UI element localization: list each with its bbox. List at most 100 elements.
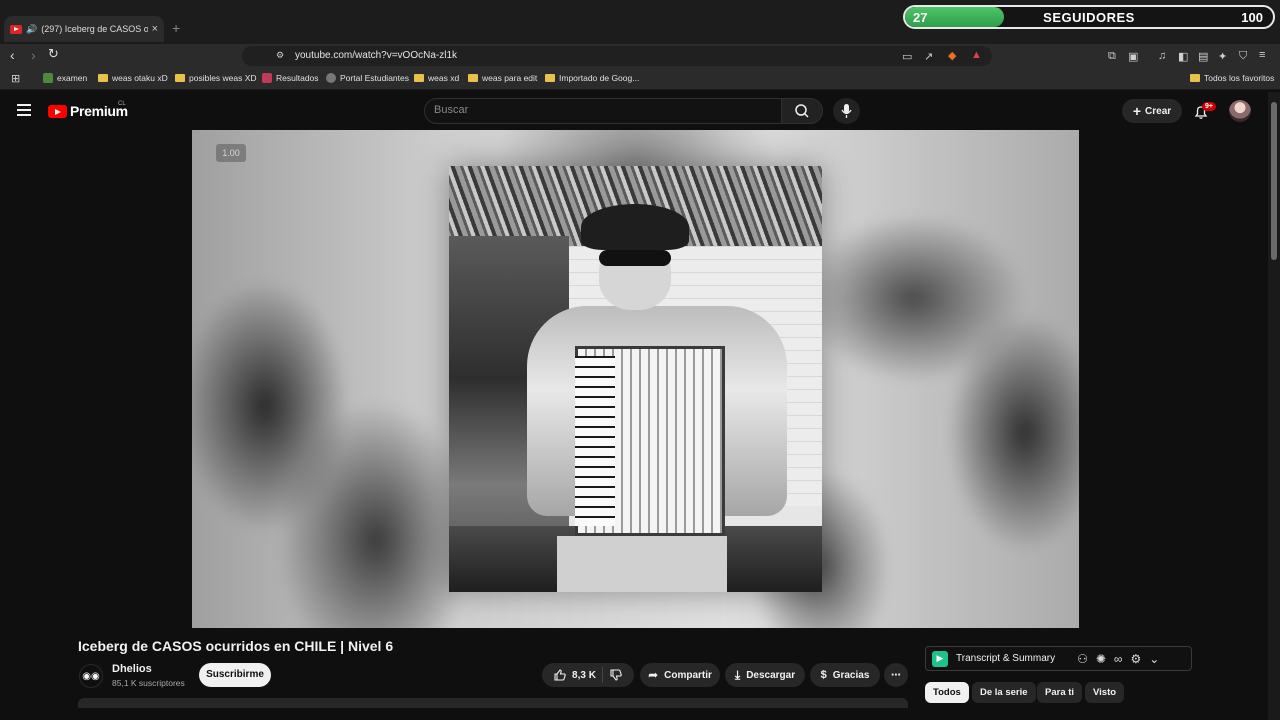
transcript-summary-extension[interactable]: ▶ Transcript & Summary ⚇ ✺ ∞ ⚙ ⌄ — [925, 646, 1192, 671]
video-title: Iceberg de CASOS ocurridos en CHILE | Ni… — [78, 638, 394, 654]
channel-avatar[interactable]: ◉◉ — [79, 664, 103, 688]
super-thanks-icon: $ — [820, 669, 827, 681]
user-avatar[interactable] — [1229, 100, 1251, 122]
thanks-label: Gracias — [832, 669, 870, 681]
share-button[interactable]: ➦ Compartir — [640, 663, 720, 687]
bookmark-label: Portal Estudiantes — [340, 73, 409, 83]
browser-tab[interactable]: 🔊 (297) Iceberg de CASOS ocurr × — [4, 16, 164, 42]
extension-logo-icon: ▶ — [932, 650, 948, 667]
sidebar-icon[interactable]: ◧ — [1178, 50, 1188, 63]
bookmark-label: Todos los favoritos — [1204, 73, 1275, 83]
bookmark-item[interactable]: weas para edit — [468, 73, 537, 83]
scrollbar-thumb[interactable] — [1271, 102, 1277, 260]
followers-label: SEGUIDORES — [1043, 10, 1135, 25]
leo-ai-icon[interactable]: ✦ — [1218, 50, 1227, 63]
bookmark-item[interactable]: Importado de Goog... — [545, 73, 639, 83]
tab-title: (297) Iceberg de CASOS ocurr — [41, 24, 148, 34]
media-icon[interactable]: ♫ — [1158, 50, 1166, 62]
hamburger-menu-icon[interactable] — [17, 104, 31, 119]
like-button[interactable]: 8,3 K — [553, 668, 596, 682]
folder-icon — [98, 74, 108, 82]
voice-search-button[interactable] — [833, 98, 860, 124]
share-label: Compartir — [664, 669, 712, 681]
create-label: Crear — [1145, 105, 1172, 117]
divider — [601, 667, 603, 683]
download-button[interactable]: ⤓ Descargar — [725, 663, 805, 687]
bookmark-item[interactable]: Portal Estudiantes — [326, 73, 409, 83]
speaker-icon[interactable]: 🔊 — [26, 24, 37, 35]
microphone-icon — [841, 104, 852, 118]
vpn-icon[interactable]: ⛉ — [1239, 50, 1247, 63]
bookmark-item[interactable]: weas xd — [414, 73, 459, 83]
thumbs-down-icon[interactable] — [609, 668, 623, 682]
site-info-icon[interactable]: ⚙︎ — [276, 50, 284, 61]
subscriber-count: 85,1 K suscriptores — [112, 678, 185, 688]
bookmark-item[interactable]: weas otaku xD — [98, 73, 168, 83]
chip-visto[interactable]: Visto — [1085, 682, 1125, 703]
reload-icon[interactable]: ↻ — [48, 46, 59, 62]
thumbs-up-icon — [554, 669, 566, 681]
bookmark-label: weas otaku xD — [112, 73, 168, 83]
menu-icon[interactable]: ≡ — [1259, 49, 1265, 61]
forward-icon[interactable]: › — [31, 47, 36, 63]
globe-icon — [326, 73, 336, 83]
bookmark-item[interactable]: Resultados — [262, 73, 319, 83]
video-player[interactable]: 1.00 ◔◔ — [192, 130, 1079, 628]
close-tab-icon[interactable]: × — [152, 23, 158, 35]
share-page-icon[interactable]: ↗ — [924, 50, 933, 63]
cast-icon[interactable]: ▭ — [902, 50, 912, 63]
notifications-badge: 9+ — [1202, 102, 1216, 111]
subscribe-button[interactable]: Suscribirme — [199, 663, 271, 687]
share-icon: ➦ — [648, 668, 659, 682]
bookmark-label: weas para edit — [482, 73, 538, 83]
apps-grid-icon[interactable]: ⊞ — [11, 72, 20, 85]
like-dislike-group: 8,3 K — [542, 663, 634, 687]
bookmark-item[interactable]: posibles weas XD — [175, 73, 257, 83]
chatgpt-icon[interactable]: ✺ — [1096, 652, 1106, 666]
search-input[interactable] — [424, 98, 782, 124]
extensions-icon[interactable]: ⧉ — [1108, 50, 1116, 63]
description-box[interactable] — [78, 698, 908, 708]
folder-icon — [414, 74, 424, 82]
video-frame-photo — [449, 166, 822, 592]
channel-name[interactable]: Dhelios — [112, 663, 152, 675]
chevron-down-icon[interactable]: ⌄ — [1149, 652, 1159, 666]
bookmark-item[interactable]: examen — [43, 73, 87, 83]
brave-shields-icon[interactable]: ◆ — [948, 49, 956, 62]
search-placeholder: Buscar — [434, 104, 469, 116]
globe-icon — [43, 73, 53, 83]
bookmark-label: Importado de Goog... — [559, 73, 640, 83]
wallet-icon[interactable]: ▤ — [1198, 50, 1208, 63]
chip-todos[interactable]: Todos — [925, 682, 969, 703]
thanks-button[interactable]: $ Gracias — [810, 663, 880, 687]
bookmarks-bar: ⊞ examen weas otaku xD posibles weas XD … — [0, 68, 1280, 90]
bookmark-label: weas xd — [428, 73, 460, 83]
all-bookmarks[interactable]: Todos los favoritos — [1190, 73, 1274, 83]
followers-goal-bar: 27 SEGUIDORES 100 — [903, 5, 1275, 29]
brave-rewards-icon[interactable]: ▲ — [971, 49, 982, 61]
like-count: 8,3 K — [572, 669, 596, 681]
folder-icon — [545, 74, 555, 82]
settings-gear-icon[interactable]: ⚙ — [1130, 652, 1141, 666]
bookmark-label: Resultados — [276, 73, 319, 83]
new-tab-button[interactable]: + — [172, 20, 180, 36]
folder-icon — [468, 74, 478, 82]
back-icon[interactable]: ‹ — [10, 47, 15, 63]
create-button[interactable]: + Crear — [1122, 99, 1182, 123]
bookmark-label: posibles weas XD — [189, 73, 257, 83]
folder-icon — [1190, 74, 1200, 82]
glasses-icon[interactable]: ∞ — [1114, 652, 1123, 666]
url-text[interactable]: youtube.com/watch?v=vOOcNa-zl1k — [295, 50, 457, 61]
more-actions-button[interactable]: ⋯ — [884, 663, 908, 687]
download-icon: ⤓ — [734, 667, 741, 682]
region-code: CL — [118, 101, 126, 107]
search-icon — [795, 104, 809, 118]
chip-de-la-serie[interactable]: De la serie — [972, 682, 1036, 703]
youtube-logo-icon[interactable] — [48, 105, 67, 118]
screen: 🔊 (297) Iceberg de CASOS ocurr × + 27 SE… — [0, 0, 1280, 720]
screenshot-icon[interactable]: ▣ — [1128, 50, 1138, 63]
youtube-favicon-icon — [10, 24, 22, 34]
robot-icon[interactable]: ⚇ — [1077, 652, 1088, 666]
chip-para-ti[interactable]: Para ti — [1037, 682, 1083, 703]
search-button[interactable] — [781, 98, 823, 124]
